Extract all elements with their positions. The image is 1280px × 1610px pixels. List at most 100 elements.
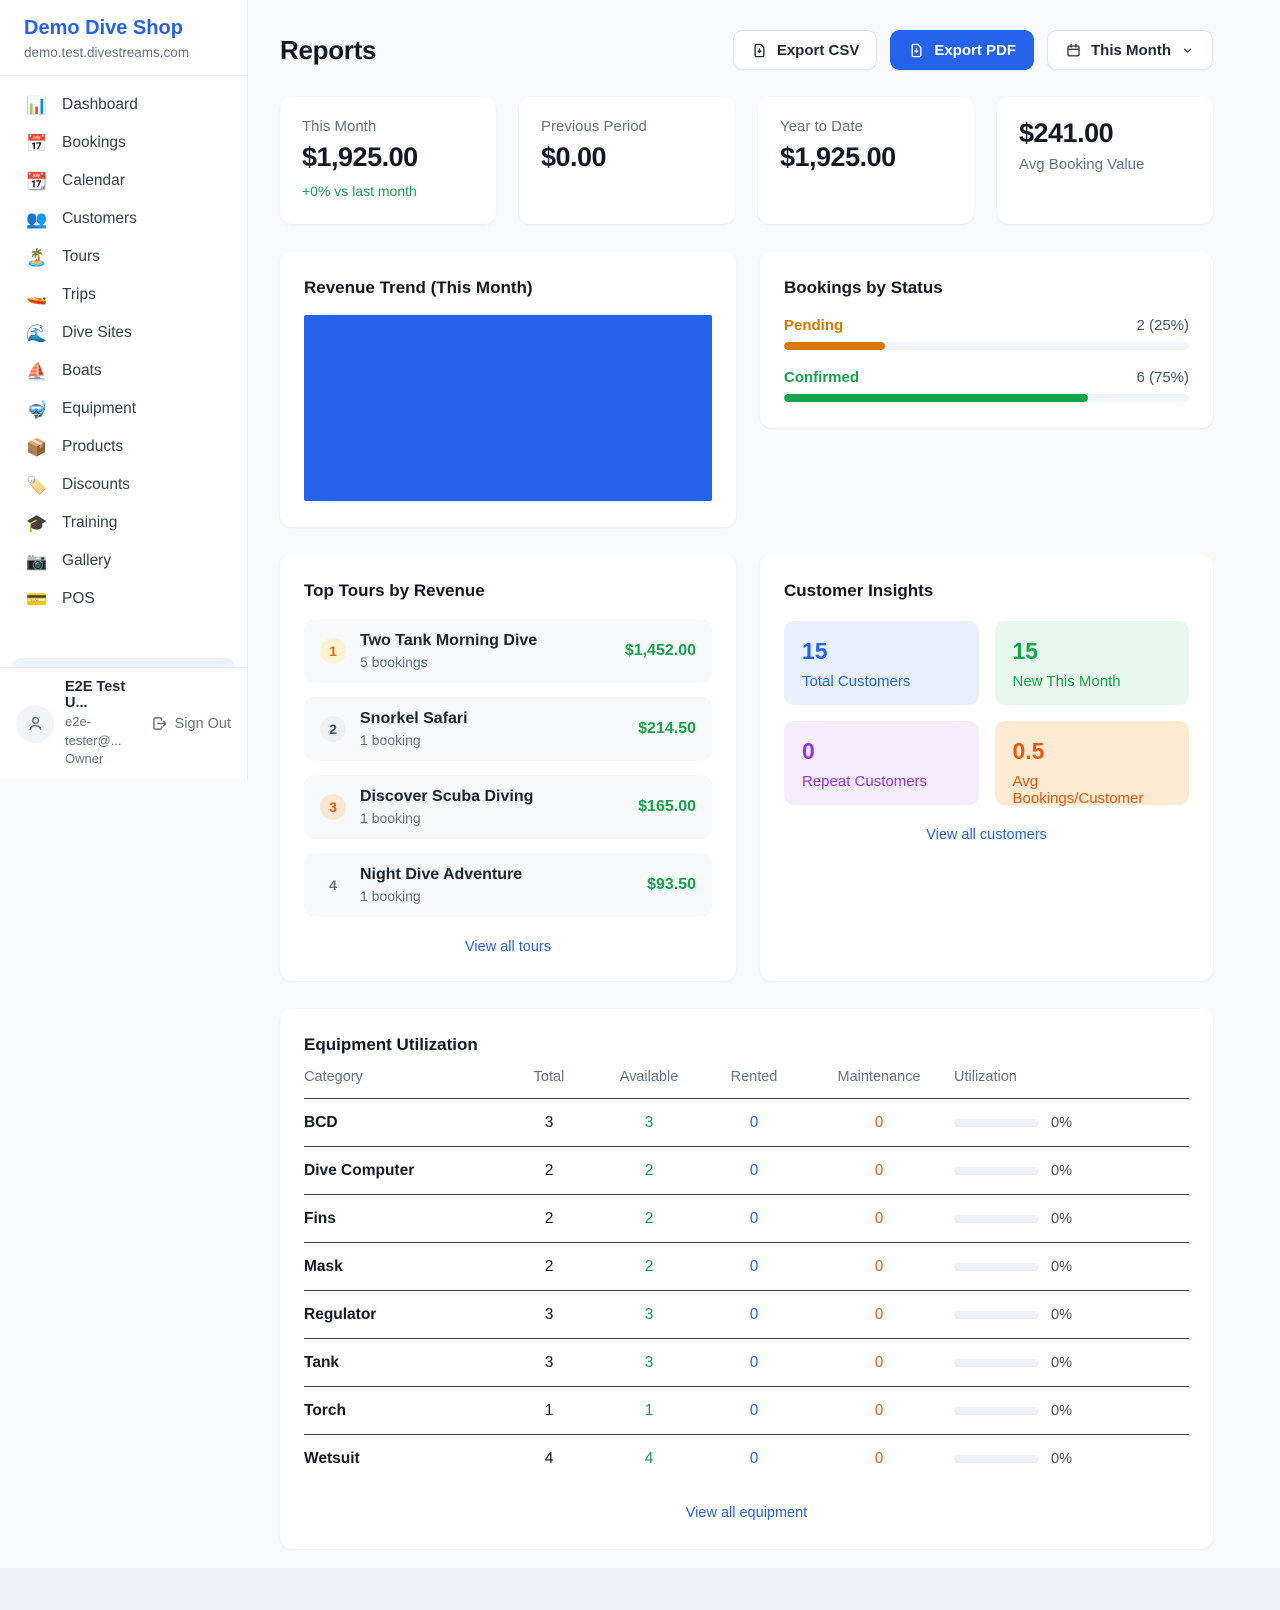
export-pdf-button[interactable]: Export PDF [890, 30, 1034, 70]
nav-item-icon: 📦 [26, 439, 48, 456]
stat-label: Avg Booking Value [1019, 156, 1191, 173]
equipment-table-body: BCD 3 3 0 0 0% Dive Computer 2 [304, 1099, 1189, 1483]
stat-value: $1,925.00 [302, 142, 474, 173]
stat-delta: +0% vs last month [302, 183, 474, 199]
cell-available: 2 [594, 1210, 704, 1228]
tour-rank-badge: 3 [320, 794, 346, 820]
status-row: Pending 2 (25%) [784, 317, 1189, 350]
insights-row: Top Tours by Revenue 1 Two Tank Morning … [280, 555, 1213, 981]
stat-cards: This Month $1,925.00 +0% vs last month P… [280, 97, 1213, 224]
cell-utilization: 0% [954, 1355, 1189, 1371]
cell-category: Torch [304, 1402, 504, 1420]
table-row: Tank 3 3 0 0 0% [304, 1339, 1189, 1387]
equipment-utilization-title: Equipment Utilization [304, 1035, 1189, 1055]
user-avatar-icon [26, 714, 45, 733]
insight-label: Avg Bookings/Customer [1013, 773, 1172, 807]
column-header-available: Available [594, 1069, 704, 1085]
utilization-bar-track [954, 1167, 1039, 1175]
stat-label: Previous Period [541, 118, 713, 135]
cell-utilization: 0% [954, 1451, 1189, 1467]
charts-row: Revenue Trend (This Month) Bookings by S… [280, 252, 1213, 527]
tour-bookings: 1 booking [360, 810, 624, 826]
cell-rented: 0 [704, 1306, 804, 1324]
cell-available: 3 [594, 1114, 704, 1132]
bookings-by-status-card: Bookings by Status Pending 2 (25%) [760, 252, 1213, 428]
sidebar-nav-item[interactable]: 🚤 Trips [12, 276, 235, 314]
cell-total: 4 [504, 1450, 594, 1468]
sidebar-nav-item[interactable]: 📊 Dashboard [12, 86, 235, 124]
cell-available: 2 [594, 1258, 704, 1276]
sidebar-nav-item[interactable]: 📅 Bookings [12, 124, 235, 162]
user-name: E2E Test U... [65, 679, 140, 711]
view-all-tours-link[interactable]: View all tours [304, 939, 712, 955]
cell-utilization: 0% [954, 1115, 1189, 1131]
insight-value: 15 [1013, 638, 1172, 665]
period-label: This Month [1091, 42, 1171, 59]
table-row: Dive Computer 2 2 0 0 0% [304, 1147, 1189, 1195]
period-dropdown[interactable]: This Month [1047, 30, 1213, 70]
insight-value: 15 [802, 638, 961, 665]
cell-rented: 0 [704, 1354, 804, 1372]
tour-revenue: $93.50 [647, 876, 696, 894]
page-header: Reports Export CSV Export PDF [280, 30, 1213, 70]
sidebar-nav-item[interactable]: 👥 Customers [12, 200, 235, 238]
utilization-percent: 0% [1051, 1307, 1072, 1323]
cell-rented: 0 [704, 1258, 804, 1276]
stat-label: Year to Date [780, 118, 952, 135]
revenue-trend-title: Revenue Trend (This Month) [304, 278, 712, 298]
shop-name[interactable]: Demo Dive Shop [24, 17, 223, 40]
insight-label: Total Customers [802, 673, 961, 690]
cell-available: 3 [594, 1354, 704, 1372]
utilization-percent: 0% [1051, 1115, 1072, 1131]
sidebar-nav-item[interactable]: 🏷️ Discounts [12, 466, 235, 504]
cell-total: 3 [504, 1114, 594, 1132]
sidebar-nav-item[interactable]: ⛵ Boats [12, 352, 235, 390]
nav-item-icon: 👥 [26, 211, 48, 228]
view-all-equipment-link[interactable]: View all equipment [304, 1505, 1189, 1521]
status-bar-track [784, 394, 1189, 402]
nav-item-label: POS [62, 590, 95, 608]
column-header-maintenance: Maintenance [804, 1069, 954, 1085]
cell-rented: 0 [704, 1210, 804, 1228]
nav-item-icon: 📅 [26, 135, 48, 152]
user-email: e2e-tester@... [65, 713, 140, 749]
utilization-bar-track [954, 1263, 1039, 1271]
status-bar-track [784, 342, 1189, 350]
status-row: Confirmed 6 (75%) [784, 369, 1189, 402]
tour-rank-badge: 4 [320, 872, 346, 898]
cell-rented: 0 [704, 1402, 804, 1420]
status-list: Pending 2 (25%) Confirmed 6 (75%) [784, 317, 1189, 402]
main-content: Reports Export CSV Export PDF [248, 0, 1280, 1549]
table-row: Wetsuit 4 4 0 0 0% [304, 1435, 1189, 1483]
utilization-bar-track [954, 1215, 1039, 1223]
insight-tile: 15 Total Customers [784, 621, 979, 705]
tour-bookings: 1 booking [360, 888, 633, 904]
cell-utilization: 0% [954, 1403, 1189, 1419]
sidebar-nav: 📊 Dashboard 📅 Bookings 📆 Calendar 👥 Cust… [0, 76, 247, 658]
column-header-utilization: Utilization [954, 1069, 1189, 1085]
cell-utilization: 0% [954, 1211, 1189, 1227]
sidebar-item-reports-partial[interactable] [12, 658, 235, 667]
nav-item-label: Customers [62, 210, 137, 228]
sidebar-nav-item[interactable]: 🤿 Equipment [12, 390, 235, 428]
sidebar-nav-item[interactable]: 🏝️ Tours [12, 238, 235, 276]
nav-item-icon: 🚤 [26, 287, 48, 304]
sidebar-nav-item[interactable]: 📷 Gallery [12, 542, 235, 580]
export-csv-button[interactable]: Export CSV [733, 30, 878, 70]
insight-value: 0 [802, 738, 961, 765]
sidebar-nav-item[interactable]: 🎓 Training [12, 504, 235, 542]
cell-maintenance: 0 [804, 1258, 954, 1276]
sidebar-nav-item[interactable]: 📆 Calendar [12, 162, 235, 200]
nav-item-icon: 📊 [26, 97, 48, 114]
view-all-customers-link[interactable]: View all customers [784, 827, 1189, 843]
utilization-bar-track [954, 1359, 1039, 1367]
sidebar-nav-item[interactable]: 💳 POS [12, 580, 235, 618]
sidebar-nav-item[interactable]: 🌊 Dive Sites [12, 314, 235, 352]
cell-category: Fins [304, 1210, 504, 1228]
sidebar-nav-item[interactable]: 📦 Products [12, 428, 235, 466]
sign-out-button[interactable]: Sign Out [151, 715, 231, 732]
insight-tiles: 15 Total Customers 15 New This Month 0 R… [784, 621, 1189, 805]
tour-revenue: $165.00 [638, 798, 696, 816]
cell-total: 2 [504, 1210, 594, 1228]
tour-info: Discover Scuba Diving 1 booking [360, 788, 624, 826]
